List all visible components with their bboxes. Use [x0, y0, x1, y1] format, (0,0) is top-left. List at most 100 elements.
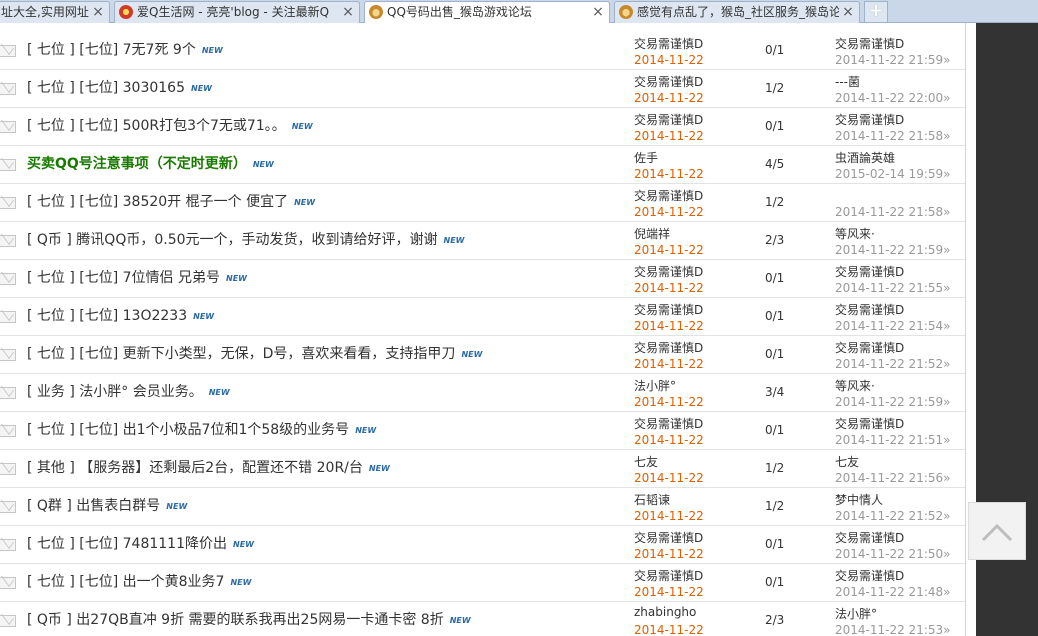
author-link[interactable]: 交易需谨慎D [634, 567, 703, 584]
last-poster-link[interactable]: 交易需谨慎D [835, 301, 904, 318]
thread-title-link[interactable]: [ 七位 ] [七位] 13O2233 NEW [27, 298, 214, 335]
author-link[interactable]: 交易需谨慎D [634, 529, 703, 546]
envelope-icon [0, 577, 16, 589]
table-row[interactable]: [ 七位 ] [七位] 13O2233 NEW 交易需谨慎D 2014-11-22 0/… [0, 298, 965, 336]
last-post-time-link[interactable]: 2014-11-22 21:52» [835, 357, 950, 371]
tab-community-service[interactable]: 感觉有点乱了，猴岛_社区服务_猴岛论 × [614, 1, 860, 23]
table-row[interactable]: [ 七位 ] [七位] 3030165 NEW 交易需谨慎D 2014-11-22 1/… [0, 70, 965, 108]
thread-title-link[interactable]: [ 七位 ] [七位] 7无7死 9个 NEW [27, 32, 223, 69]
thread-title-link[interactable]: [ 七位 ] [七位] 出一个黄8业务7 NEW [27, 564, 251, 601]
table-row[interactable]: [ 七位 ] [七位] 7无7死 9个 NEW 交易需谨慎D 2014-11-22 0/… [0, 32, 965, 70]
last-post-time-link[interactable]: 2014-11-22 21:54» [835, 319, 950, 333]
last-post-time-link[interactable]: 2014-11-22 21:58» [835, 129, 950, 143]
last-post-time-link[interactable]: 2014-11-22 21:56» [835, 471, 950, 485]
thread-title-link[interactable]: [ Q群 ] 出售表白群号 NEW [27, 488, 187, 525]
last-poster-link[interactable]: ---菌 [835, 73, 860, 90]
close-icon[interactable]: × [841, 2, 855, 22]
post-date: 2014-11-22 [634, 585, 704, 599]
thread-title-link[interactable]: [ 七位 ] [七位] 38520开 棍子一个 便宜了 NEW [27, 184, 315, 221]
author-link[interactable]: 佐手 [634, 149, 658, 166]
table-row[interactable]: [ 七位 ] [七位] 更新下小类型，无保，D号，喜欢来看看，支持指甲刀 NEW 交… [0, 336, 965, 374]
last-poster-link[interactable]: 交易需谨慎D [835, 529, 904, 546]
last-post-time-link[interactable]: 2014-11-22 21:59» [835, 243, 950, 257]
post-date: 2014-11-22 [634, 433, 704, 447]
post-date: 2014-11-22 [634, 395, 704, 409]
table-row[interactable]: [ 七位 ] [七位] 38520开 棍子一个 便宜了 NEW 交易需谨慎D 2014… [0, 184, 965, 222]
last-post-time-link[interactable]: 2014-11-22 21:51» [835, 433, 950, 447]
thread-title-link[interactable]: [ 七位 ] [七位] 3030165 NEW [27, 70, 212, 107]
last-poster-link[interactable]: 交易需谨慎D [835, 415, 904, 432]
last-post-time-link[interactable]: 2014-11-22 21:48» [835, 585, 950, 599]
table-row[interactable]: [ 其他 ] 【服务器】还剩最后2台，配置还不错 20R/台 NEW 七友 2014-… [0, 450, 965, 488]
reply-view-count: 2/3 [765, 233, 785, 247]
author-link[interactable]: 交易需谨慎D [634, 73, 703, 90]
last-post-time-link[interactable]: 2014-11-22 21:52» [835, 509, 950, 523]
last-poster-link[interactable]: 七友 [835, 453, 859, 470]
tab-qq-number-sale[interactable]: QQ号码出售_猴岛游戏论坛 × [364, 1, 610, 24]
last-poster-link[interactable]: 交易需谨慎D [835, 111, 904, 128]
new-badge-icon: NEW [191, 84, 212, 93]
last-post-time-link[interactable]: 2014-11-22 21:53» [835, 623, 950, 636]
new-badge-icon: NEW [201, 46, 223, 55]
last-post-time-link[interactable]: 2014-11-22 21:55» [835, 281, 950, 295]
last-poster-link[interactable]: 交易需谨慎D [835, 339, 904, 356]
last-poster-link[interactable]: 梦中情人 [835, 491, 883, 508]
thread-title-link[interactable]: [ 七位 ] [七位] 更新下小类型，无保，D号，喜欢来看看，支持指甲刀 NEW [27, 336, 482, 373]
envelope-icon [0, 197, 16, 209]
author-link[interactable]: 七友 [634, 453, 658, 470]
last-poster-link[interactable]: 交易需谨慎D [835, 567, 904, 584]
last-poster-link[interactable]: 法小胖° [835, 605, 877, 622]
thread-title: [ 七位 ] [七位] 38520开 棍子一个 便宜了 [27, 194, 289, 210]
thread-title-link[interactable]: [ 业务 ] 法小胖° 会员业务。 NEW [27, 374, 230, 411]
author-link[interactable]: 交易需谨慎D [634, 415, 703, 432]
last-post-time-link[interactable]: 2014-11-22 21:58» [835, 205, 950, 219]
author-link[interactable]: zhabingho [634, 605, 696, 619]
close-icon[interactable]: × [591, 2, 605, 22]
thread-title-link[interactable]: [ 七位 ] [七位] 出1个小极品7位和1个58级的业务号 NEW [27, 412, 376, 449]
last-post-time-link[interactable]: 2015-02-14 19:59» [835, 167, 950, 181]
author-link[interactable]: 交易需谨慎D [634, 339, 703, 356]
close-icon[interactable]: × [341, 2, 355, 22]
last-post-time-link[interactable]: 2014-11-22 21:50» [835, 547, 950, 561]
thread-title-link[interactable]: [ 其他 ] 【服务器】还剩最后2台，配置还不错 20R/台 NEW [27, 450, 390, 487]
close-icon[interactable]: × [91, 2, 105, 22]
table-row[interactable]: [ 七位 ] [七位] 出一个黄8业务7 NEW 交易需谨慎D 2014-11-22 0… [0, 564, 965, 602]
last-poster-link[interactable]: 交易需谨慎D [835, 263, 904, 280]
author-link[interactable]: 交易需谨慎D [634, 301, 703, 318]
last-post-time-link[interactable]: 2014-11-22 21:59» [835, 395, 950, 409]
table-row[interactable]: [ Q币 ] 出27QB直冲 9折 需要的联系我再出25网易一卡通卡密 8折 NE… [0, 602, 965, 636]
table-row[interactable]: [ 七位 ] [七位] 7481111降价出 NEW 交易需谨慎D 2014-11-2… [0, 526, 965, 564]
last-poster-link[interactable]: 虫酒論英雄 [835, 149, 895, 166]
author-link[interactable]: 交易需谨慎D [634, 263, 703, 280]
author-link[interactable]: 交易需谨慎D [634, 35, 703, 52]
tab-aiq-blog[interactable]: 爱Q生活网 - 亮亮'blog - 关注最新Q × [114, 1, 360, 23]
last-poster-link[interactable]: 等风来· [835, 377, 875, 394]
back-to-top-button[interactable] [968, 502, 1026, 560]
author-link[interactable]: 倪端祥 [634, 225, 670, 242]
last-poster-link[interactable]: 交易需谨慎D [835, 35, 904, 52]
author-link[interactable]: 交易需谨慎D [634, 187, 703, 204]
table-row[interactable]: [ 七位 ] [七位] 500R打包3个7无或71。。 NEW 交易需谨慎D 2014… [0, 108, 965, 146]
author-link[interactable]: 交易需谨慎D [634, 111, 703, 128]
table-row[interactable]: [ 七位 ] [七位] 7位情侣 兄弟号 NEW 交易需谨慎D 2014-11-22 0… [0, 260, 965, 298]
new-tab-button[interactable]: + [864, 1, 888, 22]
thread-title-link[interactable]: [ 七位 ] [七位] 500R打包3个7无或71。。 NEW [27, 108, 313, 145]
table-row[interactable]: 买卖QQ号注意事项（不定时更新） NEW 佐手 2014-11-22 4/5 虫酒論英雄 2… [0, 146, 965, 184]
thread-title-link[interactable]: [ 七位 ] [七位] 7481111降价出 NEW [27, 526, 254, 563]
author-link[interactable]: 法小胖° [634, 377, 676, 394]
table-row[interactable]: [ Q群 ] 出售表白群号 NEW 石韬谏 2014-11-22 1/2 梦中情人 2014… [0, 488, 965, 526]
last-poster-link[interactable]: 等风来· [835, 225, 875, 242]
thread-title-link[interactable]: 买卖QQ号注意事项（不定时更新） NEW [27, 146, 274, 183]
last-post-time-link[interactable]: 2014-11-22 21:59» [835, 53, 950, 67]
thread-title-link[interactable]: [ Q币 ] 出27QB直冲 9折 需要的联系我再出25网易一卡通卡密 8折 NE… [27, 602, 471, 636]
table-row[interactable]: [ Q币 ] 腾讯QQ币，0.50元一个，手动发货，收到请给好评，谢谢 NEW 倪端… [0, 222, 965, 260]
last-post-time-link[interactable]: 2014-11-22 22:00» [835, 91, 950, 105]
tab-url-directory[interactable]: 址大全,实用网址 × [0, 1, 110, 23]
thread-title: [ 七位 ] [七位] 7无7死 9个 [27, 42, 196, 58]
thread-title-link[interactable]: [ Q币 ] 腾讯QQ币，0.50元一个，手动发货，收到请给好评，谢谢 NEW [27, 222, 465, 259]
table-row[interactable]: [ 七位 ] [七位] 出1个小极品7位和1个58级的业务号 NEW 交易需谨慎D 2… [0, 412, 965, 450]
thread-title-link[interactable]: [ 七位 ] [七位] 7位情侣 兄弟号 NEW [27, 260, 247, 297]
table-row[interactable]: [ 业务 ] 法小胖° 会员业务。 NEW 法小胖° 2014-11-22 3/4 等风来… [0, 374, 965, 412]
author-link[interactable]: 石韬谏 [634, 491, 670, 508]
reply-view-count: 0/1 [765, 309, 785, 323]
